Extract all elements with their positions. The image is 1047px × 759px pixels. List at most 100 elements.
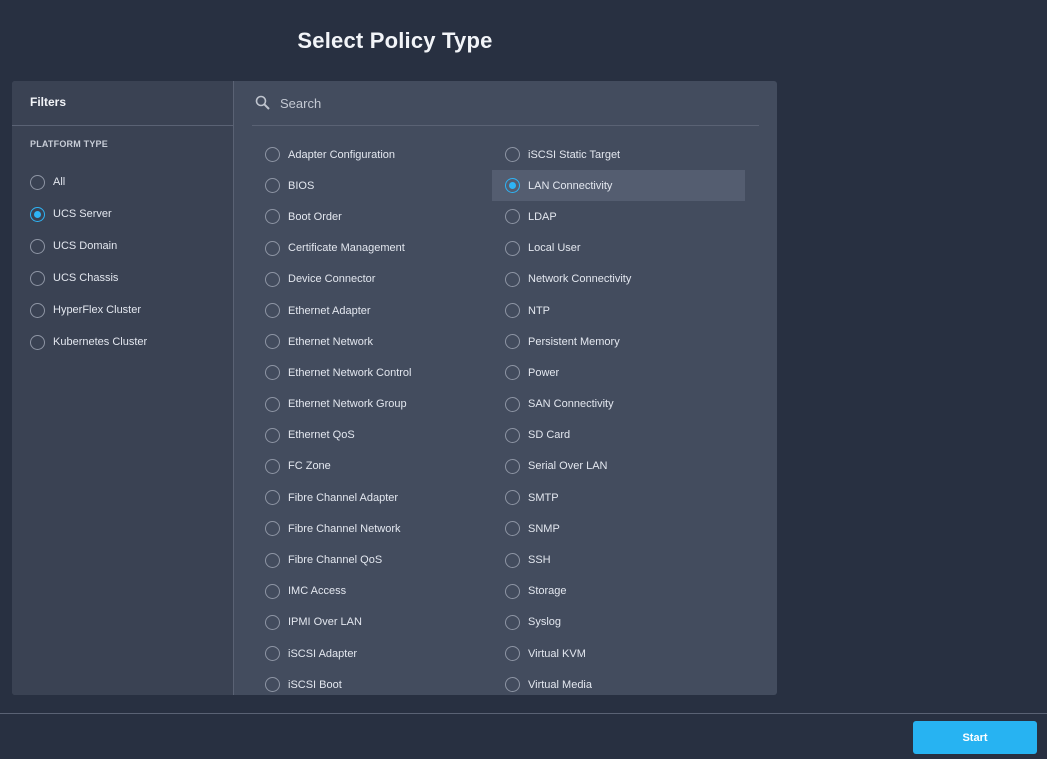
radio-button[interactable] xyxy=(505,396,520,412)
policy-option-san-connectivity[interactable]: SAN Connectivity xyxy=(492,389,745,420)
radio-button[interactable] xyxy=(265,614,280,630)
filter-option-ucs-domain[interactable]: UCS Domain xyxy=(30,230,147,262)
radio-button[interactable] xyxy=(265,677,280,693)
radio-button[interactable] xyxy=(505,209,520,225)
radio-button[interactable] xyxy=(265,147,280,163)
policy-option-ldap[interactable]: LDAP xyxy=(492,201,745,232)
radio-button[interactable] xyxy=(265,427,280,443)
policy-option-ethernet-qos[interactable]: Ethernet QoS xyxy=(265,420,518,451)
filter-option-hyperflex-cluster[interactable]: HyperFlex Cluster xyxy=(30,294,147,326)
policy-option-label: Ethernet Network Control xyxy=(288,366,412,379)
radio-button[interactable] xyxy=(505,614,520,630)
policy-option-snmp[interactable]: SNMP xyxy=(492,513,745,544)
policy-option-label: IMC Access xyxy=(288,585,347,598)
radio-button[interactable] xyxy=(265,334,280,350)
policy-option-syslog[interactable]: Syslog xyxy=(492,607,745,638)
filter-option-ucs-chassis[interactable]: UCS Chassis xyxy=(30,262,147,294)
radio-button[interactable] xyxy=(505,552,520,568)
policy-option-ssh[interactable]: SSH xyxy=(492,544,745,575)
policy-option-iscsi-adapter[interactable]: iSCSI Adapter xyxy=(265,638,518,669)
radio-button[interactable] xyxy=(505,427,520,443)
filter-option-all[interactable]: All xyxy=(30,166,147,198)
page-title: Select Policy Type xyxy=(297,28,493,53)
radio-button[interactable] xyxy=(505,458,520,474)
policy-option-persistent-memory[interactable]: Persistent Memory xyxy=(492,326,745,357)
radio-button[interactable] xyxy=(265,303,280,319)
policy-option-label: Serial Over LAN xyxy=(528,460,608,473)
radio-button[interactable] xyxy=(30,206,45,222)
policy-option-label: Adapter Configuration xyxy=(288,148,396,161)
policy-option-fibre-channel-qos[interactable]: Fibre Channel QoS xyxy=(265,544,518,575)
radio-button[interactable] xyxy=(265,271,280,287)
policy-option-certificate-management[interactable]: Certificate Management xyxy=(265,233,518,264)
filter-option-label: All xyxy=(53,176,66,188)
policy-option-ntp[interactable]: NTP xyxy=(492,295,745,326)
policy-option-boot-order[interactable]: Boot Order xyxy=(265,201,518,232)
policy-option-device-connector[interactable]: Device Connector xyxy=(265,264,518,295)
radio-button[interactable] xyxy=(265,240,280,256)
policy-option-imc-access[interactable]: IMC Access xyxy=(265,576,518,607)
radio-button[interactable] xyxy=(505,583,520,599)
radio-button[interactable] xyxy=(505,303,520,319)
radio-button[interactable] xyxy=(505,147,520,163)
policy-option-label: Fibre Channel QoS xyxy=(288,554,383,567)
radio-button[interactable] xyxy=(505,178,520,194)
policy-option-label: Boot Order xyxy=(288,210,342,223)
radio-button[interactable] xyxy=(265,365,280,381)
policy-option-sd-card[interactable]: SD Card xyxy=(492,420,745,451)
radio-button[interactable] xyxy=(265,583,280,599)
policy-option-network-connectivity[interactable]: Network Connectivity xyxy=(492,264,745,295)
radio-button[interactable] xyxy=(265,646,280,662)
radio-button[interactable] xyxy=(265,458,280,474)
search-input[interactable] xyxy=(280,88,740,118)
policy-option-iscsi-boot[interactable]: iSCSI Boot xyxy=(265,669,518,695)
radio-button[interactable] xyxy=(265,552,280,568)
radio-button[interactable] xyxy=(505,677,520,693)
policy-option-ethernet-adapter[interactable]: Ethernet Adapter xyxy=(265,295,518,326)
radio-button[interactable] xyxy=(505,365,520,381)
policy-option-lan-connectivity[interactable]: LAN Connectivity xyxy=(492,170,745,202)
radio-button[interactable] xyxy=(265,209,280,225)
filter-option-label: HyperFlex Cluster xyxy=(53,304,142,316)
policy-option-serial-over-lan[interactable]: Serial Over LAN xyxy=(492,451,745,482)
filter-option-ucs-server[interactable]: UCS Server xyxy=(30,198,147,230)
radio-button[interactable] xyxy=(265,521,280,537)
radio-button[interactable] xyxy=(505,490,520,506)
policy-option-ipmi-over-lan[interactable]: IPMI Over LAN xyxy=(265,607,518,638)
policy-option-label: SD Card xyxy=(528,429,571,442)
radio-button[interactable] xyxy=(265,178,280,194)
radio-button[interactable] xyxy=(505,521,520,537)
radio-button[interactable] xyxy=(30,174,45,190)
policy-option-virtual-kvm[interactable]: Virtual KVM xyxy=(492,638,745,669)
policy-option-local-user[interactable]: Local User xyxy=(492,233,745,264)
policy-option-fc-zone[interactable]: FC Zone xyxy=(265,451,518,482)
radio-button[interactable] xyxy=(30,302,45,318)
policy-option-ethernet-network-control[interactable]: Ethernet Network Control xyxy=(265,357,518,388)
radio-button[interactable] xyxy=(505,646,520,662)
policy-option-label: FC Zone xyxy=(288,460,331,473)
policy-option-virtual-media[interactable]: Virtual Media xyxy=(492,669,745,695)
policy-option-ethernet-network[interactable]: Ethernet Network xyxy=(265,326,518,357)
radio-button[interactable] xyxy=(30,238,45,254)
radio-button[interactable] xyxy=(505,334,520,350)
policy-option-power[interactable]: Power xyxy=(492,357,745,388)
policy-option-fibre-channel-adapter[interactable]: Fibre Channel Adapter xyxy=(265,482,518,513)
policy-option-fibre-channel-network[interactable]: Fibre Channel Network xyxy=(265,513,518,544)
radio-button[interactable] xyxy=(505,271,520,287)
policy-option-label: Persistent Memory xyxy=(528,335,620,348)
policy-option-bios[interactable]: BIOS xyxy=(265,170,518,201)
policy-option-storage[interactable]: Storage xyxy=(492,576,745,607)
radio-button[interactable] xyxy=(30,270,45,286)
policy-option-adapter-configuration[interactable]: Adapter Configuration xyxy=(265,139,518,170)
radio-button[interactable] xyxy=(30,334,45,350)
filter-option-kubernetes-cluster[interactable]: Kubernetes Cluster xyxy=(30,326,147,358)
radio-button[interactable] xyxy=(265,396,280,412)
policy-option-label: LAN Connectivity xyxy=(528,179,613,192)
radio-button[interactable] xyxy=(265,490,280,506)
policy-option-smtp[interactable]: SMTP xyxy=(492,482,745,513)
policy-option-label: Certificate Management xyxy=(288,242,405,255)
policy-option-iscsi-static-target[interactable]: iSCSI Static Target xyxy=(492,139,745,170)
start-button[interactable]: Start xyxy=(913,721,1037,754)
radio-button[interactable] xyxy=(505,240,520,256)
policy-option-ethernet-network-group[interactable]: Ethernet Network Group xyxy=(265,389,518,420)
